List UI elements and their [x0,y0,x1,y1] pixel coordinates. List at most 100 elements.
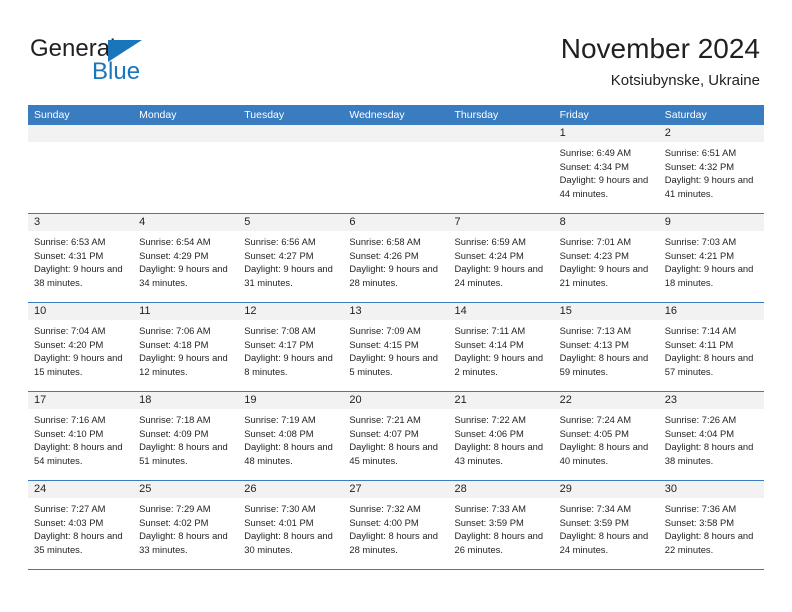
day-number: 3 [28,214,134,231]
sunset-text: Sunset: 4:34 PM [559,160,629,172]
day-cell[interactable]: 28 Sunrise: 7:33 AM Sunset: 3:59 PM Dayligh… [448,481,554,569]
daylight-text: Daylight: 9 hours and 21 minutes. [559,263,649,288]
sunset-text: Sunset: 4:08 PM [244,427,314,439]
week-row: 17 Sunrise: 7:16 AM Sunset: 4:10 PM Dayligh… [28,391,764,480]
sunset-text: Sunset: 4:05 PM [559,427,629,439]
sunset-text: Sunset: 4:27 PM [244,249,314,261]
daylight-text: Daylight: 8 hours and 43 minutes. [454,441,544,466]
sunset-text: Sunset: 4:04 PM [664,427,735,439]
day-cell[interactable]: 11 Sunrise: 7:06 AM Sunset: 4:18 PM Dayligh… [133,303,239,391]
day-cell[interactable]: 1 Sunrise: 6:49 AM Sunset: 4:34 PM Daylight… [553,125,659,213]
day-cell[interactable]: 15 Sunrise: 7:13 AM Sunset: 4:13 PM Dayligh… [553,303,659,391]
day-cell[interactable]: 8 Sunrise: 7:01 AM Sunset: 4:23 PM Daylight… [553,214,659,302]
day-number: 6 [343,214,449,231]
day-number [238,125,344,142]
day-details: Sunrise: 7:21 AM Sunset: 4:07 PM Daylight:… [343,409,448,467]
day-cell[interactable]: 12 Sunrise: 7:08 AM Sunset: 4:17 PM Dayligh… [238,303,344,391]
day-cell[interactable]: 19 Sunrise: 7:19 AM Sunset: 4:08 PM Dayligh… [238,392,344,480]
day-cell[interactable]: 18 Sunrise: 7:18 AM Sunset: 4:09 PM Dayligh… [133,392,239,480]
weeks-container: 1 Sunrise: 6:49 AM Sunset: 4:34 PM Daylight… [28,125,764,569]
day-details: Sunrise: 6:56 AM Sunset: 4:27 PM Daylight:… [238,231,343,289]
day-cell[interactable]: 5 Sunrise: 6:56 AM Sunset: 4:27 PM Daylight… [238,214,344,302]
weekday-header-wednesday: Wednesday [349,109,405,121]
day-cell[interactable]: 13 Sunrise: 7:09 AM Sunset: 4:15 PM Dayligh… [343,303,449,391]
day-cell[interactable]: 26 Sunrise: 7:30 AM Sunset: 4:01 PM Dayligh… [238,481,344,569]
sunrise-text: Sunrise: 7:18 AM [139,414,211,425]
sunrise-text: Sunrise: 7:24 AM [559,414,632,425]
day-details: Sunrise: 7:34 AM Sunset: 3:59 PM Daylight:… [554,498,659,556]
day-number: 24 [28,481,134,498]
daylight-text: Daylight: 8 hours and 45 minutes. [349,441,438,466]
day-cell[interactable]: 17 Sunrise: 7:16 AM Sunset: 4:10 PM Dayligh… [28,392,134,480]
day-number: 14 [448,303,554,320]
day-number: 28 [448,481,554,498]
daylight-text: Daylight: 8 hours and 57 minutes. [664,352,754,377]
daylight-text: Daylight: 9 hours and 28 minutes. [349,263,438,288]
day-number: 4 [133,214,239,231]
day-cell[interactable]: 9 Sunrise: 7:03 AM Sunset: 4:21 PM Daylight… [658,214,764,302]
daylight-text: Daylight: 8 hours and 30 minutes. [244,530,333,555]
day-cell[interactable]: 21 Sunrise: 7:22 AM Sunset: 4:06 PM Dayligh… [448,392,554,480]
sunset-text: Sunset: 4:32 PM [664,160,735,172]
sunrise-text: Sunrise: 7:14 AM [664,325,737,336]
day-details: Sunrise: 7:06 AM Sunset: 4:18 PM Daylight:… [133,320,238,378]
day-cell-empty [238,125,344,213]
day-details: Sunrise: 6:54 AM Sunset: 4:29 PM Daylight:… [133,231,238,289]
day-cell[interactable]: 23 Sunrise: 7:26 AM Sunset: 4:04 PM Dayligh… [658,392,764,480]
sunset-text: Sunset: 4:07 PM [349,427,419,439]
sunset-text: Sunset: 4:21 PM [664,249,735,261]
day-number: 26 [238,481,344,498]
day-cell[interactable]: 16 Sunrise: 7:14 AM Sunset: 4:11 PM Dayligh… [658,303,764,391]
sunset-text: Sunset: 4:26 PM [349,249,419,261]
day-cell[interactable]: 25 Sunrise: 7:29 AM Sunset: 4:02 PM Dayligh… [133,481,239,569]
day-number [133,125,239,142]
day-details: Sunrise: 7:01 AM Sunset: 4:23 PM Daylight:… [554,231,659,289]
day-cell[interactable]: 4 Sunrise: 6:54 AM Sunset: 4:29 PM Daylight… [133,214,239,302]
day-number: 19 [238,392,344,409]
sunrise-text: Sunrise: 7:27 AM [34,503,106,514]
sunrise-text: Sunrise: 7:22 AM [454,414,526,425]
day-details: Sunrise: 7:03 AM Sunset: 4:21 PM Daylight:… [659,231,764,289]
day-details: Sunrise: 6:53 AM Sunset: 4:31 PM Daylight:… [28,231,133,289]
day-cell[interactable]: 24 Sunrise: 7:27 AM Sunset: 4:03 PM Dayligh… [28,481,134,569]
day-details: Sunrise: 7:24 AM Sunset: 4:05 PM Daylight:… [554,409,659,467]
day-details: Sunrise: 7:13 AM Sunset: 4:13 PM Daylight:… [554,320,659,378]
day-cell[interactable]: 29 Sunrise: 7:34 AM Sunset: 3:59 PM Dayligh… [553,481,659,569]
sunset-text: Sunset: 4:24 PM [454,249,524,261]
day-cell-empty [343,125,449,213]
sunset-text: Sunset: 4:23 PM [559,249,629,261]
day-cell[interactable]: 3 Sunrise: 6:53 AM Sunset: 4:31 PM Daylight… [28,214,134,302]
day-cell[interactable]: 10 Sunrise: 7:04 AM Sunset: 4:20 PM Dayligh… [28,303,134,391]
day-cell[interactable]: 2 Sunrise: 6:51 AM Sunset: 4:32 PM Daylight… [658,125,764,213]
day-cell[interactable]: 14 Sunrise: 7:11 AM Sunset: 4:14 PM Dayligh… [448,303,554,391]
day-cell-empty [28,125,134,213]
day-details: Sunrise: 7:22 AM Sunset: 4:06 PM Daylight:… [449,409,554,467]
day-cell[interactable]: 20 Sunrise: 7:21 AM Sunset: 4:07 PM Dayligh… [343,392,449,480]
location-subtitle: Kotsiubynske, Ukraine [610,72,760,89]
page-header: General Blue November 2024 Kotsiubynske,… [0,0,792,100]
calendar-grid: Sunday Monday Tuesday Wednesday Thursday Frid… [28,105,764,570]
sunset-text: Sunset: 4:17 PM [244,338,314,350]
day-cell[interactable]: 6 Sunrise: 6:58 AM Sunset: 4:26 PM Daylight… [343,214,449,302]
day-details: Sunrise: 7:16 AM Sunset: 4:10 PM Daylight:… [28,409,133,467]
day-number: 29 [553,481,659,498]
day-number: 8 [553,214,659,231]
week-row: 24 Sunrise: 7:27 AM Sunset: 4:03 PM Dayligh… [28,480,764,569]
day-number: 9 [658,214,764,231]
page-title: November 2024 [560,33,760,64]
brand-logo[interactable]: General Blue [30,36,190,90]
sunset-text: Sunset: 3:59 PM [454,516,524,528]
day-cell[interactable]: 7 Sunrise: 6:59 AM Sunset: 4:24 PM Daylight… [448,214,554,302]
day-cell[interactable]: 27 Sunrise: 7:32 AM Sunset: 4:00 PM Dayligh… [343,481,449,569]
day-cell-empty [448,125,554,213]
sunrise-text: Sunrise: 6:56 AM [244,236,316,247]
sunset-text: Sunset: 4:00 PM [349,516,419,528]
day-cell[interactable]: 22 Sunrise: 7:24 AM Sunset: 4:05 PM Dayligh… [553,392,659,480]
day-number: 18 [133,392,239,409]
day-number: 21 [448,392,554,409]
day-cell-empty [133,125,239,213]
day-details: Sunrise: 7:32 AM Sunset: 4:00 PM Daylight:… [343,498,448,556]
day-number [28,125,134,142]
day-cell[interactable]: 30 Sunrise: 7:36 AM Sunset: 3:58 PM Dayligh… [658,481,764,569]
day-number: 16 [658,303,764,320]
